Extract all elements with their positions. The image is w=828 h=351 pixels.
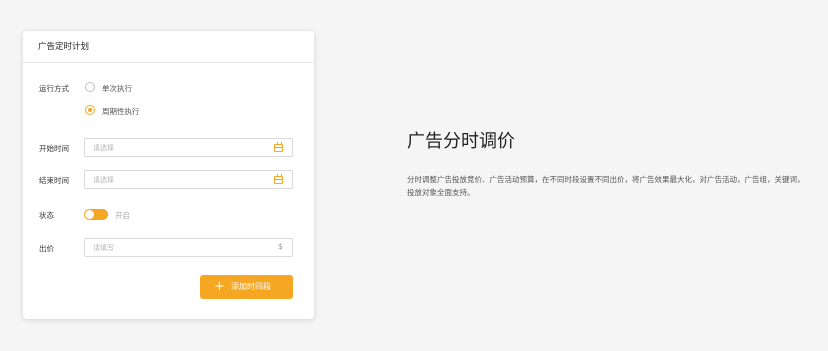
add-time-slot-button[interactable]: + 添加时间段	[200, 275, 293, 299]
status-toggle-text: 开启	[115, 211, 130, 220]
end-time-placeholder: 请选择	[93, 176, 114, 184]
bid-placeholder: 请填写	[93, 244, 114, 252]
radio-periodic-label[interactable]: 周期性执行	[102, 106, 140, 117]
start-time-input[interactable]: 请选择	[84, 138, 293, 157]
card-title: 广告定时计划	[23, 31, 314, 63]
calendar-icon[interactable]	[274, 174, 283, 184]
add-time-slot-label: 添加时间段	[231, 282, 271, 291]
end-time-input[interactable]: 请选择	[84, 170, 293, 189]
end-time-label: 结束时间	[39, 176, 69, 185]
run-mode-label: 运行方式	[39, 84, 69, 93]
feature-description: 分时调整广告投放竞价、广告活动预算，在不同时段设置不同出价，将广告效果最大化，对…	[407, 175, 805, 197]
dollar-icon: $	[277, 242, 283, 251]
radio-single[interactable]	[85, 82, 95, 92]
start-time-placeholder: 请选择	[93, 144, 114, 152]
calendar-icon[interactable]	[274, 142, 283, 152]
radio-periodic[interactable]	[85, 105, 95, 115]
schedule-card: 广告定时计划 运行方式 单次执行 周期性执行 开始时间 请选择 结束时间 请选择…	[23, 31, 314, 319]
bid-label: 出价	[39, 244, 54, 253]
feature-title: 广告分时调价	[407, 131, 515, 152]
plus-icon: +	[214, 279, 225, 294]
start-time-label: 开始时间	[39, 144, 69, 153]
status-toggle[interactable]	[84, 209, 108, 220]
bid-input[interactable]: 请填写 $	[84, 238, 293, 257]
radio-single-label[interactable]: 单次执行	[102, 83, 132, 94]
status-label: 状态	[39, 211, 54, 220]
